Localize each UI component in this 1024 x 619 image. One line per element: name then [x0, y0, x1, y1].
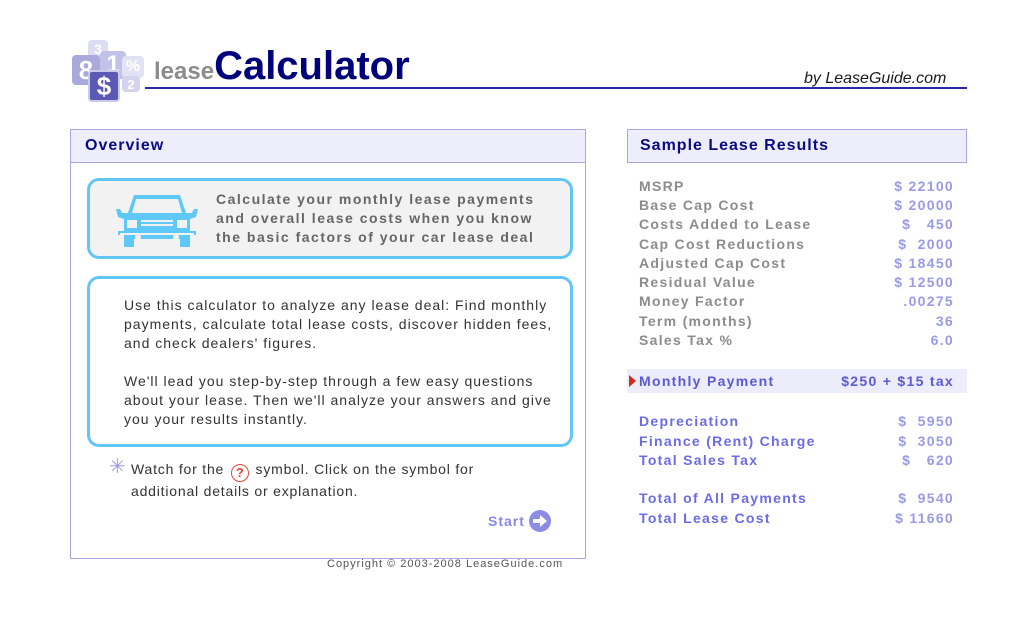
arrow-right-icon	[528, 510, 551, 532]
result-row-residual-value: Residual Value $ 12500	[627, 272, 967, 291]
result-row-sales-tax: Sales Tax % 6.0	[627, 330, 967, 349]
help-note: ✳ Watch for the ? symbol. Click on the s…	[109, 456, 529, 501]
result-row-monthly-payment: Monthly Payment $250 + $15 tax	[627, 368, 967, 393]
note-text-before: Watch for the	[131, 461, 225, 477]
pointer-icon	[629, 374, 636, 387]
result-row-finance-charge: Finance (Rent) Charge $ 3050	[627, 431, 967, 450]
overview-panel: Overview Calculate your monthly lease pa…	[70, 129, 586, 559]
result-label: Finance (Rent) Charge	[639, 432, 816, 449]
result-value: $ 22100	[894, 177, 954, 194]
result-value: .00275	[903, 293, 954, 310]
results-panel: Sample Lease Results MSRP $ 22100 Base Ca…	[627, 129, 967, 527]
start-label: Start	[488, 513, 525, 529]
result-value: 36	[935, 312, 954, 329]
result-value: $ 450	[902, 216, 954, 233]
result-label: MSRP	[639, 177, 685, 194]
result-row-total-sales-tax: Total Sales Tax $ 620	[627, 450, 967, 469]
result-value: $ 620	[902, 451, 954, 468]
result-label: Total of All Payments	[639, 490, 808, 507]
result-label: Costs Added to Lease	[639, 216, 812, 233]
result-row-adjusted-cap-cost: Adjusted Cap Cost $ 18450	[627, 253, 967, 272]
result-row-total-payments: Total of All Payments $ 9540	[627, 489, 967, 508]
results-list: MSRP $ 22100 Base Cap Cost $ 20000 Costs A…	[627, 176, 967, 527]
app-title: leaseCalculator	[154, 44, 410, 89]
result-row-msrp: MSRP $ 22100	[627, 176, 967, 195]
result-label: Sales Tax %	[639, 332, 734, 349]
result-row-term: Term (months) 36	[627, 311, 967, 330]
intro-box: Calculate your monthly lease payments an…	[87, 178, 573, 259]
description-paragraph: We'll lead you step-by-step through a fe…	[124, 373, 552, 427]
intro-text: Calculate your monthly lease payments an…	[216, 191, 535, 245]
logo: 3 8 1 % 2 $	[70, 38, 150, 108]
result-value: $ 3050	[898, 432, 954, 449]
result-row-costs-added: Costs Added to Lease $ 450	[627, 215, 967, 234]
result-label: Adjusted Cap Cost	[639, 254, 787, 271]
overview-title: Overview	[71, 130, 585, 163]
result-label: Money Factor	[639, 293, 746, 310]
result-row-total-lease-cost: Total Lease Cost $ 11660	[627, 508, 967, 527]
result-label: Depreciation	[639, 413, 740, 430]
result-label: Total Sales Tax	[639, 451, 759, 468]
byline-link[interactable]: by LeaseGuide.com	[804, 70, 946, 88]
asterisk-icon: ✳	[109, 456, 127, 478]
app-title-prefix: lease	[154, 58, 215, 85]
result-value: $ 18450	[894, 254, 954, 271]
start-button[interactable]: Start	[488, 510, 551, 532]
results-title: Sample Lease Results	[627, 129, 967, 163]
result-label: Base Cap Cost	[639, 196, 755, 213]
result-label: Term (months)	[639, 312, 753, 329]
copyright: Copyright © 2003-2008 LeaseGuide.com	[327, 558, 564, 570]
logo-tile: 2	[122, 76, 140, 92]
result-row-depreciation: Depreciation $ 5950	[627, 412, 967, 431]
result-label: Monthly Payment	[639, 372, 775, 389]
result-value: $ 5950	[898, 413, 954, 430]
result-value: 6.0	[930, 332, 954, 349]
result-value: $ 9540	[898, 490, 954, 507]
logo-tile: %	[122, 56, 144, 78]
result-row-money-factor: Money Factor .00275	[627, 292, 967, 311]
result-value: $ 2000	[898, 235, 954, 252]
header-divider	[145, 87, 967, 89]
result-value: $ 20000	[894, 196, 954, 213]
result-label: Residual Value	[639, 274, 757, 291]
dollar-icon: $	[88, 70, 120, 102]
result-label: Cap Cost Reductions	[639, 235, 806, 252]
description-box: Use this calculator to analyze any lease…	[87, 276, 573, 447]
help-icon[interactable]: ?	[230, 464, 249, 482]
description-paragraph: Use this calculator to analyze any lease…	[124, 297, 553, 351]
result-value: $250 + $15 tax	[841, 372, 954, 389]
car-icon	[116, 195, 198, 247]
result-label: Total Lease Cost	[639, 509, 771, 526]
result-value: $ 12500	[894, 274, 954, 291]
result-row-base-cap-cost: Base Cap Cost $ 20000	[627, 195, 967, 214]
description-text: Use this calculator to analyze any lease…	[124, 296, 554, 429]
app-title-name: Calculator	[214, 44, 410, 88]
result-value: $ 11660	[895, 509, 954, 526]
result-row-cap-cost-reductions: Cap Cost Reductions $ 2000	[627, 234, 967, 253]
